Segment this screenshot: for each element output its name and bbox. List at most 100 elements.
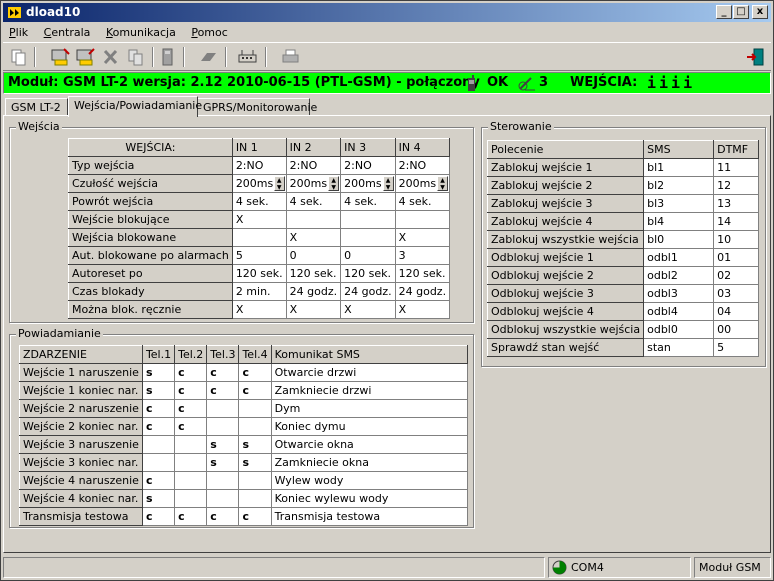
sms-code-cell[interactable]: odbl4: [643, 302, 715, 321]
tab-gsm-lt2[interactable]: GSM LT-2: [5, 98, 68, 116]
sms-message-cell[interactable]: Zamkniecie okna: [270, 453, 469, 472]
inputs-cell[interactable]: 2 min.: [231, 282, 287, 301]
dtmf-cell[interactable]: 11: [713, 158, 759, 177]
sms-code-cell[interactable]: odbl3: [643, 284, 715, 303]
inputs-cell[interactable]: X: [285, 228, 342, 247]
sms-message-cell[interactable]: Otwarcie okna: [270, 435, 469, 454]
inputs-cell[interactable]: X: [231, 210, 287, 229]
sms-code-cell[interactable]: stan: [643, 338, 715, 357]
sms-message-cell[interactable]: Koniec wylewu wody: [270, 489, 469, 508]
inputs-cell[interactable]: 120 sek.: [340, 264, 396, 283]
inputs-cell[interactable]: 200ms ▲ ▼: [394, 174, 451, 193]
inputs-cell[interactable]: [340, 210, 396, 229]
sms-code-cell[interactable]: bl4: [643, 212, 715, 231]
tel-cell[interactable]: [174, 489, 208, 508]
tel-cell[interactable]: c: [141, 399, 176, 418]
tel-cell[interactable]: [141, 453, 176, 472]
sms-code-cell[interactable]: odbl0: [643, 320, 715, 339]
spinner-icon[interactable]: ▲ ▼: [382, 176, 394, 191]
dtmf-cell[interactable]: 5: [713, 338, 759, 357]
sms-message-cell[interactable]: Zamkniecie drzwi: [270, 381, 469, 400]
dtmf-cell[interactable]: 14: [713, 212, 759, 231]
menu-centrala[interactable]: Centrala: [38, 24, 97, 39]
inputs-cell[interactable]: 24 godz.: [394, 282, 451, 301]
inputs-cell[interactable]: 2:NO: [394, 156, 451, 175]
tel-cell[interactable]: [206, 417, 240, 436]
sms-code-cell[interactable]: bl2: [643, 176, 715, 195]
sms-message-cell[interactable]: Koniec dymu: [270, 417, 469, 436]
read-icon[interactable]: [49, 46, 72, 68]
tel-cell[interactable]: c: [174, 399, 208, 418]
menu-komunikacja[interactable]: Komunikacja: [100, 24, 182, 39]
tel-cell[interactable]: c: [238, 507, 272, 526]
copy-icon[interactable]: [124, 46, 147, 68]
write-icon[interactable]: [74, 46, 97, 68]
inputs-cell[interactable]: 3: [394, 246, 451, 265]
inputs-cell[interactable]: 4 sek.: [285, 192, 342, 211]
inputs-cell[interactable]: 2:NO: [340, 156, 396, 175]
spinner-icon[interactable]: ▲ ▼: [328, 176, 340, 191]
menu-plik[interactable]: Plik: [3, 24, 34, 39]
minimize-button[interactable]: _: [716, 5, 732, 19]
tel-cell[interactable]: c: [174, 507, 208, 526]
inputs-cell[interactable]: 120 sek.: [285, 264, 342, 283]
sms-code-cell[interactable]: odbl1: [643, 248, 715, 267]
dtmf-cell[interactable]: 12: [713, 176, 759, 195]
sms-message-cell[interactable]: Transmisja testowa: [270, 507, 469, 526]
calculator-icon[interactable]: [156, 46, 179, 68]
inputs-cell[interactable]: [231, 228, 287, 247]
inputs-cell[interactable]: 2:NO: [231, 156, 287, 175]
tel-cell[interactable]: c: [174, 381, 208, 400]
tel-cell[interactable]: c: [141, 417, 176, 436]
inputs-cell[interactable]: X: [394, 300, 451, 319]
tel-cell[interactable]: s: [141, 381, 176, 400]
tel-cell[interactable]: s: [141, 489, 176, 508]
sms-code-cell[interactable]: odbl2: [643, 266, 715, 285]
tel-cell[interactable]: s: [141, 363, 176, 382]
tel-cell[interactable]: [238, 399, 272, 418]
tel-cell[interactable]: c: [141, 507, 176, 526]
tel-cell[interactable]: s: [238, 435, 272, 454]
title-bar[interactable]: dload10 _ □ x: [3, 3, 771, 22]
tel-cell[interactable]: [141, 435, 176, 454]
inputs-cell[interactable]: X: [231, 300, 287, 319]
inputs-cell[interactable]: 5: [231, 246, 287, 265]
sms-message-cell[interactable]: Otwarcie drzwi: [270, 363, 469, 382]
eraser-icon[interactable]: [197, 46, 220, 68]
inputs-cell[interactable]: [340, 228, 396, 247]
spinner-icon[interactable]: ▲ ▼: [273, 176, 285, 191]
inputs-cell[interactable]: X: [394, 228, 451, 247]
tel-cell[interactable]: [238, 489, 272, 508]
inputs-cell[interactable]: 120 sek.: [394, 264, 451, 283]
tel-cell[interactable]: [174, 471, 208, 490]
inputs-cell[interactable]: 24 godz.: [285, 282, 342, 301]
inputs-cell[interactable]: [285, 210, 342, 229]
dtmf-cell[interactable]: 00: [713, 320, 759, 339]
inputs-cell[interactable]: 200ms ▲ ▼: [285, 174, 342, 193]
printer-icon[interactable]: [279, 46, 302, 68]
tel-cell[interactable]: [238, 417, 272, 436]
sms-code-cell[interactable]: bl3: [643, 194, 715, 213]
inputs-cell[interactable]: 4 sek.: [394, 192, 451, 211]
tel-cell[interactable]: s: [206, 435, 240, 454]
dtmf-cell[interactable]: 04: [713, 302, 759, 321]
inputs-cell[interactable]: 4 sek.: [231, 192, 287, 211]
sms-message-cell[interactable]: Dym: [270, 399, 469, 418]
sms-code-cell[interactable]: bl0: [643, 230, 715, 249]
tel-cell[interactable]: [174, 453, 208, 472]
tab-gprs-monitorowanie[interactable]: GPRS/Monitorowanie: [197, 98, 317, 116]
inputs-cell[interactable]: 24 godz.: [340, 282, 396, 301]
inputs-cell[interactable]: 2:NO: [285, 156, 342, 175]
dtmf-cell[interactable]: 02: [713, 266, 759, 285]
tel-cell[interactable]: c: [206, 363, 240, 382]
maximize-button[interactable]: □: [733, 5, 749, 19]
documents-icon[interactable]: [7, 46, 30, 68]
tel-cell[interactable]: c: [238, 381, 272, 400]
dtmf-cell[interactable]: 03: [713, 284, 759, 303]
inputs-cell[interactable]: X: [285, 300, 342, 319]
inputs-cell[interactable]: 200ms ▲ ▼: [231, 174, 287, 193]
modem-icon[interactable]: [236, 46, 259, 68]
tel-cell[interactable]: [206, 399, 240, 418]
sms-message-cell[interactable]: Wylew wody: [270, 471, 469, 490]
tel-cell[interactable]: [174, 435, 208, 454]
